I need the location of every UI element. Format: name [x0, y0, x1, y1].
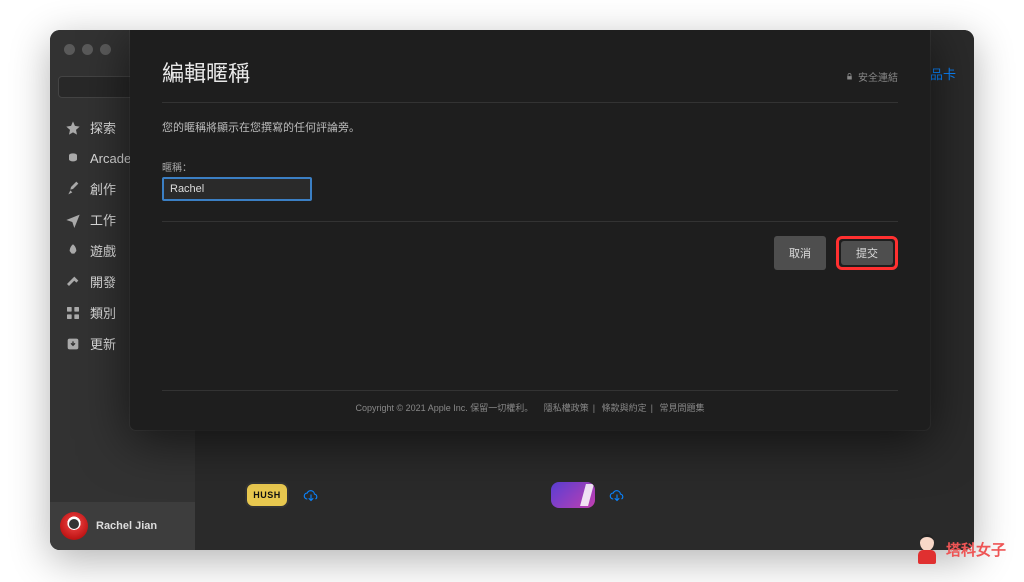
user-name: Rachel Jian	[96, 520, 157, 532]
arcade-icon	[64, 149, 82, 167]
submit-highlight: 提交	[836, 236, 898, 270]
sidebar-item-label: Arcade	[90, 151, 131, 166]
grid-icon	[64, 304, 82, 322]
copyright-text: Copyright © 2021 Apple Inc. 保留一切權利。	[352, 403, 538, 413]
nickname-field: 暱稱：	[162, 159, 898, 201]
nickname-input[interactable]	[162, 177, 312, 201]
modal-description: 您的暱稱將顯示在您撰寫的任何評論旁。	[162, 103, 898, 159]
lock-icon	[845, 72, 854, 81]
sidebar-item-label: 創作	[90, 179, 116, 198]
modal-footer: Copyright © 2021 Apple Inc. 保留一切權利。 隱私權政…	[162, 390, 898, 420]
sidebar-item-label: 遊戲	[90, 241, 116, 260]
cloud-download-icon[interactable]	[301, 486, 321, 506]
paperplane-icon	[64, 211, 82, 229]
minimize-window-button[interactable]	[82, 44, 93, 55]
secure-connection-label: 安全連結	[845, 69, 898, 84]
modal-header: 編輯暱稱 安全連結	[162, 56, 898, 103]
field-label: 暱稱：	[162, 159, 898, 174]
cancel-button[interactable]: 取消	[774, 236, 826, 270]
modal-title: 編輯暱稱	[162, 56, 250, 88]
cloud-download-icon[interactable]	[607, 486, 627, 506]
close-window-button[interactable]	[64, 44, 75, 55]
submit-button[interactable]: 提交	[841, 241, 893, 265]
app-item-2[interactable]	[551, 482, 627, 508]
faq-link[interactable]: 常見問題集	[655, 403, 708, 413]
maximize-window-button[interactable]	[100, 44, 111, 55]
app-item-hush[interactable]: HUSH	[245, 482, 321, 508]
app-store-window: 探索 Arcade 創作 工作 遊戲 開發	[50, 30, 974, 550]
modal-buttons: 取消 提交	[162, 222, 898, 270]
watermark: 塔科女子	[914, 534, 1006, 564]
sidebar-item-label: 開發	[90, 272, 116, 291]
rocket-icon	[64, 242, 82, 260]
sidebar-item-label: 更新	[90, 334, 116, 353]
star-icon	[64, 119, 82, 137]
app-icon-hush: HUSH	[245, 482, 289, 508]
terms-link[interactable]: 條款與約定	[598, 403, 651, 413]
watermark-text: 塔科女子	[946, 539, 1006, 560]
sidebar-item-label: 工作	[90, 210, 116, 229]
hammer-icon	[64, 273, 82, 291]
avatar	[60, 512, 88, 540]
edit-nickname-modal: 編輯暱稱 安全連結 您的暱稱將顯示在您撰寫的任何評論旁。 暱稱： 取消 提交 C…	[130, 30, 930, 430]
download-icon	[64, 335, 82, 353]
window-controls	[64, 44, 111, 55]
app-row: HUSH	[195, 482, 974, 508]
privacy-link[interactable]: 隱私權政策	[540, 403, 593, 413]
sidebar-item-label: 類別	[90, 303, 116, 322]
user-account-row[interactable]: Rachel Jian	[50, 502, 195, 550]
watermark-icon	[914, 534, 940, 564]
paintbrush-icon	[64, 180, 82, 198]
app-icon-2	[551, 482, 595, 508]
sidebar-item-label: 探索	[90, 118, 116, 137]
